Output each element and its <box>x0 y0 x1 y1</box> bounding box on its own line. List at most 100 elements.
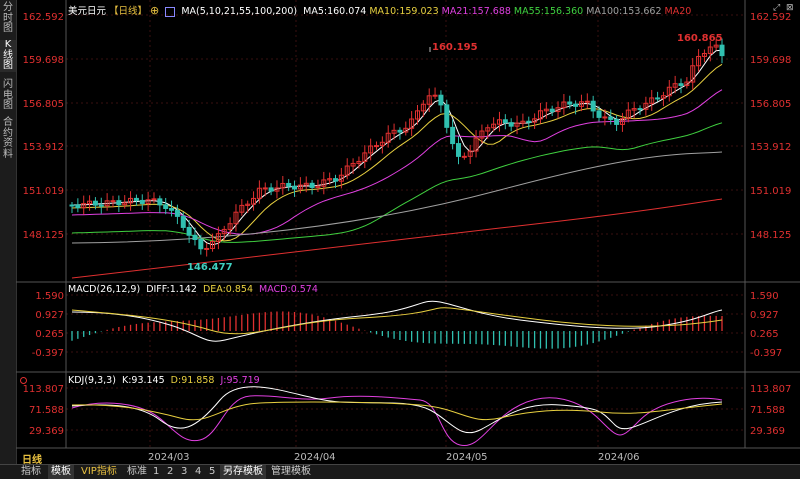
candle-body <box>508 122 514 127</box>
candle-body <box>637 108 643 111</box>
side-tab-bar: 分时图 K线图 闪电图 合约资料 <box>0 0 17 464</box>
date-label: 2024/06 <box>598 452 640 463</box>
side-tab-timeshare[interactable]: 分时图 <box>0 2 16 35</box>
price-tick-right: 159.698 <box>750 55 791 66</box>
candle-body <box>292 185 298 190</box>
candles <box>69 37 725 257</box>
candle-body <box>450 126 456 145</box>
side-tab-contract-info[interactable]: 合约资料 <box>0 117 16 162</box>
candle-body <box>602 116 608 119</box>
candle-body <box>139 199 145 204</box>
candle-body <box>204 247 210 250</box>
candle-body <box>584 100 590 103</box>
tab-4[interactable]: 4 <box>192 465 204 479</box>
macd-legend: MACD(26,12,9) DIFF:1.142 DEA:0.854 MACD:… <box>68 284 321 295</box>
tab-3[interactable]: 3 <box>178 465 190 479</box>
date-label: 2024/03 <box>148 452 190 463</box>
ma-value: MA10:159.023 <box>369 6 439 17</box>
candle-body <box>573 103 579 107</box>
macd-tick-left: 1.590 <box>35 291 64 302</box>
ma-value: MA5:160.074 <box>303 6 367 17</box>
kdj-tick-left: 71.588 <box>29 405 64 416</box>
side-tab-kline[interactable]: K线图 <box>0 39 16 72</box>
date-label: 2024/04 <box>294 452 336 463</box>
price-tick-left: 151.019 <box>23 186 64 197</box>
high-annotation: 160.195 <box>432 42 478 53</box>
candle-body <box>110 200 116 203</box>
macd-value: MACD:0.574 <box>259 284 318 295</box>
tab-standard[interactable]: 标准 <box>124 465 150 479</box>
peak-annotation: 160.865 <box>677 33 723 44</box>
price-tick-left: 156.805 <box>23 99 64 110</box>
candle-body <box>438 94 444 106</box>
candle-body <box>157 198 163 206</box>
candle-body <box>151 198 157 201</box>
candle-body <box>502 119 508 124</box>
kdj-legend: KDJ(9,3,3) K:93.145 D:91.858 J:95.719 <box>68 375 263 386</box>
tab-template[interactable]: 模板 <box>48 465 74 479</box>
ma-values: MA5:160.074 MA10:159.023 MA21:157.688 MA55:… <box>303 6 694 17</box>
candle-body <box>455 143 461 157</box>
ma-params: MA(5,10,21,55,100,200) <box>181 6 298 17</box>
candle-body <box>444 104 450 128</box>
settings-icon[interactable]: ⊕ <box>150 4 159 17</box>
candle-body <box>69 204 75 207</box>
tab-indicator[interactable]: 指标 <box>18 465 44 479</box>
tab-manage-template[interactable]: 管理模板 <box>268 465 314 479</box>
kline-chart[interactable]: 162.592 159.698 156.805 153.912 151.019 … <box>16 0 800 464</box>
price-tick-right: 162.592 <box>750 12 791 23</box>
candle-body <box>374 145 380 148</box>
candle-body <box>169 208 175 211</box>
price-tick-left: 162.592 <box>23 12 64 23</box>
kdj-tick-left: 113.807 <box>23 384 64 395</box>
kdj-d: D:91.858 <box>170 375 215 386</box>
candle-body <box>198 239 204 250</box>
close-icon[interactable]: ⊠ <box>786 3 794 13</box>
price-tick-right: 151.019 <box>750 186 791 197</box>
candle-body <box>180 215 186 228</box>
kdj-tick-right: 113.807 <box>750 384 791 395</box>
candle-body <box>678 83 684 86</box>
macd-tick-left: 0.265 <box>35 329 64 340</box>
expand-icon[interactable]: ⤢ <box>773 3 780 13</box>
candle-body <box>75 204 81 209</box>
kdj-tick-left: 29.369 <box>29 426 64 437</box>
kdj-tick-right: 29.369 <box>750 426 785 437</box>
candle-body <box>192 234 198 241</box>
candle-body <box>432 94 438 97</box>
candle-body <box>174 209 180 217</box>
candle-body <box>333 178 339 182</box>
macd-lines <box>71 300 723 342</box>
candle-body <box>567 101 573 105</box>
price-tick-right: 153.912 <box>750 142 791 153</box>
tab-2[interactable]: 2 <box>164 465 176 479</box>
candle-body <box>133 197 139 201</box>
tab-5[interactable]: 5 <box>206 465 218 479</box>
price-tick-left: 159.698 <box>23 55 64 66</box>
period-tag: 【日线】 <box>109 6 148 17</box>
bottom-toolbar: 指标 模板 VIP指标 标准 1 2 3 4 5 另存模板 管理模板 <box>0 464 800 479</box>
ma10-line <box>71 63 723 242</box>
candle-body <box>614 118 620 125</box>
macd-tick-right: -0.397 <box>750 348 782 359</box>
macd-tick-right: 1.590 <box>750 291 779 302</box>
ma-lines <box>71 49 723 279</box>
kdj-k: K:93.145 <box>121 375 165 386</box>
indicator-icon[interactable] <box>165 6 176 17</box>
candle-body <box>286 182 292 187</box>
candle-body <box>98 204 104 207</box>
candle-body <box>608 116 614 120</box>
price-tick-right: 156.805 <box>750 99 791 110</box>
kdj-toggle-icon[interactable] <box>20 377 27 384</box>
tab-1[interactable]: 1 <box>150 465 162 479</box>
tab-save-template[interactable]: 另存模板 <box>220 465 266 479</box>
candle-body <box>186 226 192 236</box>
tab-vip-indicator[interactable]: VIP指标 <box>78 465 120 479</box>
low-annotation: 146.477 <box>187 262 233 273</box>
candle-body <box>92 200 98 206</box>
side-tab-lightning[interactable]: 闪电图 <box>0 79 16 112</box>
macd-tick-left: -0.397 <box>32 348 64 359</box>
price-tick-right: 148.125 <box>750 230 791 241</box>
ma-value: MA55:156.360 <box>513 6 584 17</box>
macd-tick-left: 0.927 <box>35 310 64 321</box>
